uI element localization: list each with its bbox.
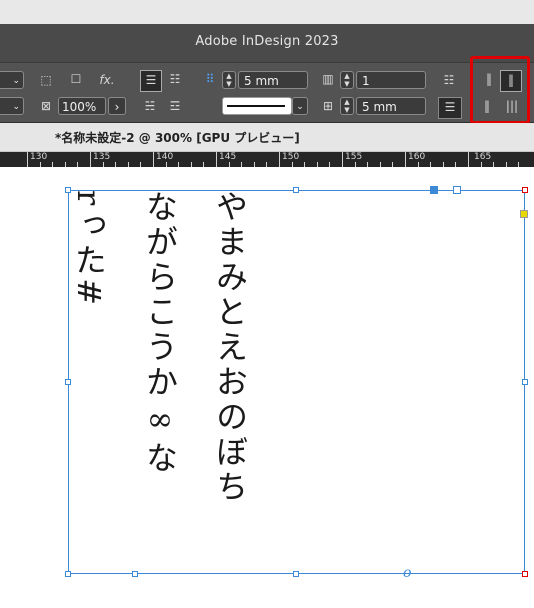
dropdown-top-left[interactable]: ⌄ <box>0 71 24 89</box>
ruler-minor-tick <box>292 162 293 167</box>
dropdown-bottom-left[interactable]: ⌄ <box>0 97 24 115</box>
ruler-label: 130 <box>30 152 48 162</box>
corner-options-handle[interactable] <box>520 210 528 218</box>
ruler-minor-tick <box>518 162 519 167</box>
text-align-justify-icon[interactable]: ☵ <box>140 99 160 113</box>
ruler-minor-tick <box>140 162 141 167</box>
ruler-minor-tick <box>103 162 104 167</box>
paragraph-list-icon[interactable]: ☷ <box>440 73 458 87</box>
text-align-center-icon[interactable]: ☷ <box>166 72 184 86</box>
ruler-minor-tick <box>52 162 53 167</box>
ruler-minor-tick <box>493 162 494 167</box>
frame-handle-mid-right[interactable] <box>522 379 528 385</box>
ruler-tick <box>216 152 217 167</box>
ruler-minor-tick <box>455 162 456 167</box>
document-tab[interactable]: *名称未設定-2 @ 300% [GPU プレビュー] <box>0 123 534 152</box>
ruler-minor-tick <box>229 162 230 167</box>
ruler-label: 145 <box>219 152 237 162</box>
ruler-minor-tick <box>317 162 318 167</box>
ruler-minor-tick <box>418 162 419 167</box>
ruler-label: 135 <box>93 152 111 162</box>
fill-square-icon[interactable]: ☐ <box>68 72 84 86</box>
effects-icon[interactable]: fx. <box>98 73 116 87</box>
ruler-tick <box>90 152 91 167</box>
ruler-minor-tick <box>392 162 393 167</box>
ruler-minor-tick <box>166 162 167 167</box>
frame-fitting-icon[interactable]: ⬚ <box>38 73 54 87</box>
text-column-1: やまみとえおのぼち <box>211 190 249 505</box>
title-bar: Adobe InDesign 2023 <box>0 24 534 63</box>
ruler-minor-tick <box>430 162 431 167</box>
frame-handle-top-middle[interactable] <box>293 187 299 193</box>
ruler-minor-tick <box>203 162 204 167</box>
ruler-minor-tick <box>506 162 507 167</box>
ruler-minor-tick <box>115 162 116 167</box>
frame-handle-bottom-middle[interactable] <box>293 571 299 577</box>
frame-in-port[interactable] <box>132 571 138 577</box>
ruler-minor-tick <box>367 162 368 167</box>
ruler-minor-tick <box>128 162 129 167</box>
ruler-tick <box>27 152 28 167</box>
opacity-icon: ⊠ <box>40 99 52 113</box>
frame-filled-port[interactable] <box>430 186 438 194</box>
app-title: Adobe InDesign 2023 <box>195 34 339 49</box>
ruler-tick <box>405 152 406 167</box>
stroke-type-dropdown[interactable] <box>222 97 292 115</box>
frame-handle-bottom-right[interactable] <box>522 571 528 577</box>
stroke-weight-field[interactable]: 5 mm <box>238 71 308 89</box>
stroke-type-arrow[interactable]: ⌄ <box>292 97 308 115</box>
frame-handle-bottom-left[interactable] <box>65 571 71 577</box>
frame-handle-mid-left[interactable] <box>65 379 71 385</box>
ruler-minor-tick <box>304 162 305 167</box>
gutter-field[interactable]: 5 mm <box>356 97 426 115</box>
ruler-minor-tick <box>254 162 255 167</box>
columns-icon: ▥ <box>322 72 334 86</box>
ruler-minor-tick <box>329 162 330 167</box>
text-frame[interactable] <box>68 190 525 574</box>
text-align-top-icon[interactable]: ☰ <box>140 70 162 92</box>
ruler-label: 165 <box>474 152 492 162</box>
ruler-minor-tick <box>178 162 179 167</box>
ruler-tick <box>153 152 154 167</box>
stroke-weight-stepper[interactable]: ▲ ▼ <box>222 71 236 89</box>
horizontal-ruler[interactable]: 130 135 140 145 150 155 160 165 <box>0 152 534 167</box>
ruler-minor-tick <box>65 162 66 167</box>
paragraph-list-active-icon[interactable]: ☰ <box>438 97 462 119</box>
highlight-box <box>470 56 530 124</box>
ruler-label: 160 <box>408 152 426 162</box>
gutter-stepper[interactable]: ▲ ▼ <box>340 97 354 115</box>
columns-stepper[interactable]: ▲ ▼ <box>340 71 354 89</box>
ruler-tick <box>342 152 343 167</box>
reference-point-icon[interactable]: ⠿ <box>202 72 218 86</box>
gutter-icon: ⊞ <box>322 99 334 113</box>
ruler-label: 155 <box>345 152 363 162</box>
ruler-label: 150 <box>282 152 300 162</box>
text-column-3: rった# <box>70 190 108 309</box>
ruler-minor-tick <box>191 162 192 167</box>
ruler-minor-tick <box>443 162 444 167</box>
opacity-arrow-button[interactable]: › <box>108 97 126 115</box>
ruler-minor-tick <box>77 162 78 167</box>
text-align-bottom-icon[interactable]: ☲ <box>166 99 184 113</box>
opacity-field[interactable]: 100% <box>58 97 106 115</box>
ruler-minor-tick <box>40 162 41 167</box>
ruler-tick <box>279 152 280 167</box>
text-column-2: ながらこうか∞な <box>141 190 179 476</box>
frame-handle-top-right[interactable] <box>522 187 528 193</box>
text-wrap-indicator-icon: o <box>403 565 412 581</box>
ruler-tick <box>468 152 469 167</box>
ruler-minor-tick <box>241 162 242 167</box>
columns-field[interactable]: 1 <box>356 71 426 89</box>
control-panel: ⌄ ⌄ ⬚ ☐ fx. ⊠ 100% › ☰ ☷ ☵ ☲ ⠿ ▲ ▼ 5 mm ⌄… <box>0 63 534 123</box>
document-tab-label: *名称未設定-2 @ 300% [GPU プレビュー] <box>55 131 300 145</box>
ruler-minor-tick <box>355 162 356 167</box>
ruler-minor-tick <box>481 162 482 167</box>
top-strip <box>0 0 534 24</box>
frame-out-port[interactable] <box>453 186 461 194</box>
ruler-minor-tick <box>380 162 381 167</box>
ruler-label: 140 <box>156 152 174 162</box>
ruler-minor-tick <box>266 162 267 167</box>
